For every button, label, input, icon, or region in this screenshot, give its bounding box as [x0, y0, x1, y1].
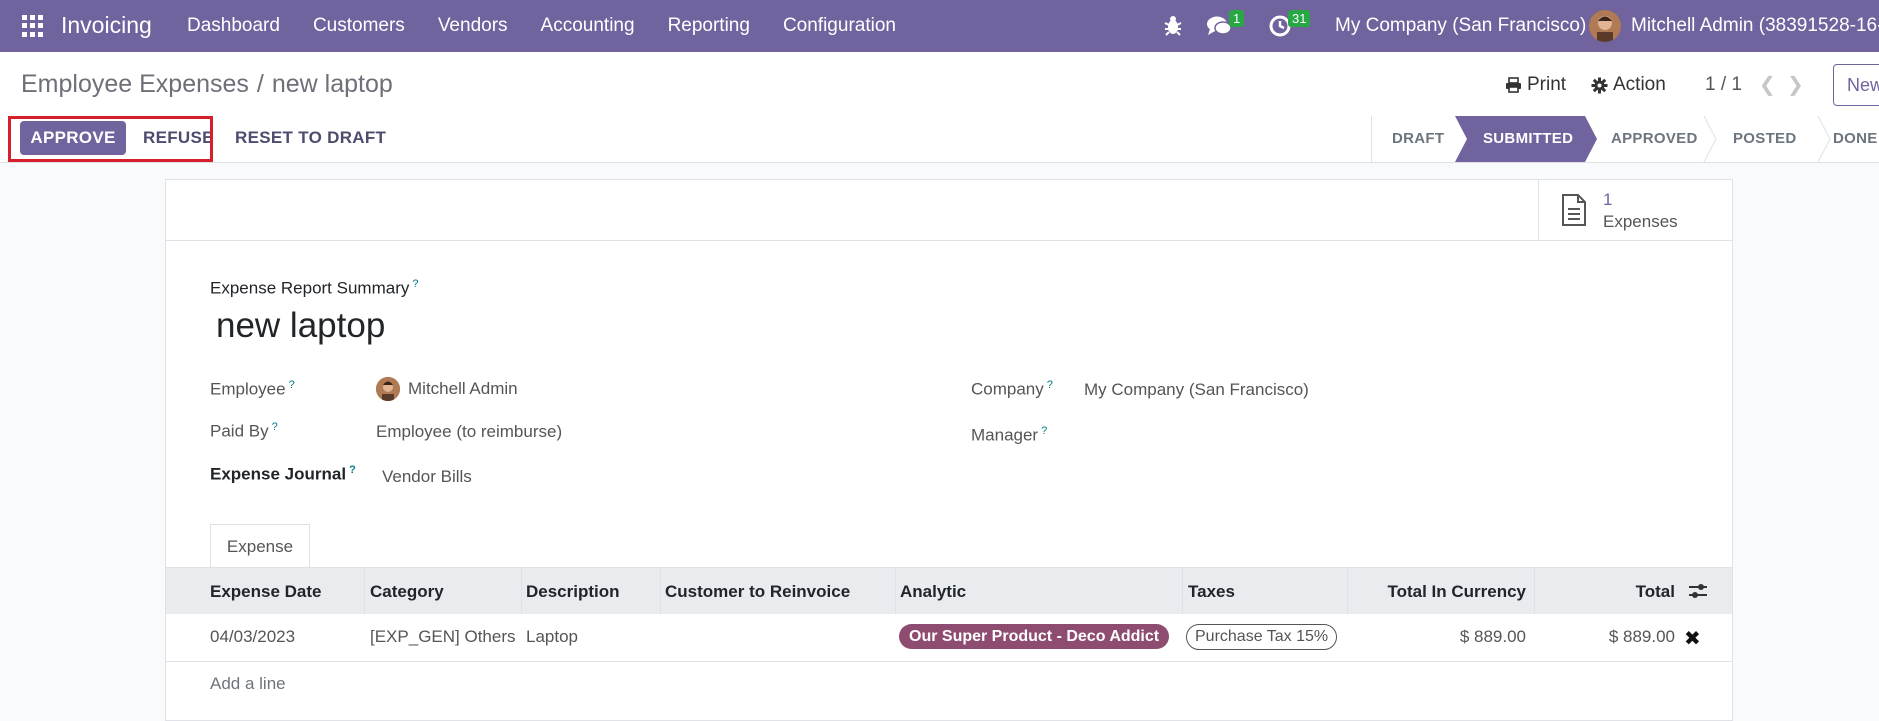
stage-done[interactable]: DONE [1833, 116, 1878, 162]
employee-field[interactable]: Mitchell Admin [408, 379, 518, 399]
stage-posted[interactable]: POSTED [1733, 116, 1796, 162]
cell-description[interactable]: Laptop [526, 627, 578, 647]
menu-item-accounting[interactable]: Accounting [541, 15, 635, 37]
cell-total[interactable]: $ 889.00 [1609, 627, 1675, 647]
employee-label: Employee? [210, 379, 295, 399]
debug-bug-icon[interactable] [1163, 13, 1183, 37]
apps-menu-icon[interactable] [22, 15, 44, 37]
menu-item-vendors[interactable]: Vendors [438, 15, 508, 37]
expense-journal-field[interactable]: Vendor Bills [382, 467, 472, 487]
document-icon [1562, 194, 1586, 226]
cell-expense-date[interactable]: 04/03/2023 [210, 627, 295, 647]
help-icon[interactable]: ? [1047, 379, 1053, 391]
expenses-count: 1 [1603, 190, 1613, 209]
company-label: Company? [971, 379, 1053, 399]
tab-expense[interactable]: Expense [210, 524, 310, 569]
paid-by-label: Paid By? [210, 421, 278, 441]
annotation-highlight-box [8, 116, 213, 162]
user-avatar[interactable] [1589, 10, 1621, 42]
breadcrumb-current: new laptop [271, 70, 393, 98]
expenses-label: Expenses [1603, 212, 1678, 231]
column-taxes[interactable]: Taxes [1188, 582, 1235, 602]
breadcrumb: Employee Expenses / new laptop [21, 70, 393, 99]
column-customer-to-reinvoice[interactable]: Customer to Reinvoice [665, 582, 850, 602]
help-icon[interactable]: ? [349, 464, 356, 476]
company-field[interactable]: My Company (San Francisco) [1084, 380, 1309, 400]
app-name[interactable]: Invoicing [61, 12, 152, 39]
expenses-smart-button[interactable]: 1 Expenses [1538, 180, 1733, 240]
expense-journal-label: Expense Journal? [210, 464, 356, 484]
report-title[interactable]: new laptop [216, 306, 385, 346]
analytic-tag[interactable]: Our Super Product - Deco Addict [899, 624, 1170, 649]
gear-icon [1591, 77, 1608, 93]
stage-approved[interactable]: APPROVED [1611, 116, 1698, 162]
tax-tag[interactable]: Purchase Tax 15% [1186, 624, 1338, 650]
main-menu: Dashboard Customers Vendors Accounting R… [187, 15, 929, 37]
stage-submitted[interactable]: SUBMITTED [1483, 116, 1573, 162]
column-expense-date[interactable]: Expense Date [210, 582, 322, 602]
menu-item-configuration[interactable]: Configuration [783, 15, 896, 37]
table-header: Expense Date Category Description Custom… [166, 567, 1732, 615]
table-row[interactable]: 04/03/2023 [EXP_GEN] Others Laptop Our S… [166, 614, 1732, 662]
menu-item-customers[interactable]: Customers [313, 15, 405, 37]
pager-value[interactable]: 1 / 1 [1705, 74, 1742, 96]
menu-item-dashboard[interactable]: Dashboard [187, 15, 280, 37]
employee-avatar [376, 377, 400, 401]
pager-next-icon[interactable]: ❯ [1787, 72, 1804, 97]
column-analytic[interactable]: Analytic [900, 582, 966, 602]
help-icon[interactable]: ? [272, 421, 278, 433]
company-switcher[interactable]: My Company (San Francisco) [1335, 15, 1586, 37]
messages-badge: 1 [1229, 10, 1245, 27]
column-total-in-currency[interactable]: Total In Currency [1387, 582, 1526, 602]
menu-item-reporting[interactable]: Reporting [668, 15, 750, 37]
button-box: 1 Expenses [166, 180, 1732, 241]
summary-label: Expense Report Summary? [210, 278, 419, 298]
activities-badge: 31 [1288, 10, 1311, 27]
print-button[interactable]: Print [1505, 74, 1566, 96]
help-icon[interactable]: ? [412, 278, 418, 290]
stage-draft[interactable]: DRAFT [1392, 116, 1444, 162]
action-button[interactable]: Action [1591, 74, 1666, 96]
column-total[interactable]: Total [1636, 582, 1675, 602]
control-panel: Employee Expenses / new laptop Print Actio… [0, 52, 1879, 117]
cell-category[interactable]: [EXP_GEN] Others [370, 627, 516, 647]
print-icon [1506, 77, 1521, 93]
user-menu[interactable]: Mitchell Admin (38391528-16-0 [1631, 15, 1879, 37]
print-label: Print [1527, 74, 1567, 95]
form-sheet: 1 Expenses Expense Report Summary? new l… [165, 179, 1733, 721]
breadcrumb-root-link[interactable]: Employee Expenses [21, 70, 249, 98]
top-navbar: Invoicing Dashboard Customers Vendors Ac… [0, 0, 1879, 52]
action-label: Action [1613, 74, 1666, 95]
help-icon[interactable]: ? [289, 379, 295, 391]
reset-to-draft-button[interactable]: RESET TO DRAFT [235, 128, 386, 148]
delete-row-icon[interactable]: ✖ [1684, 626, 1701, 651]
paid-by-field[interactable]: Employee (to reimburse) [376, 422, 562, 442]
new-button[interactable]: New [1833, 64, 1879, 106]
column-description[interactable]: Description [526, 582, 620, 602]
manager-label: Manager? [971, 425, 1048, 445]
breadcrumb-separator: / [256, 70, 264, 98]
optional-columns-icon[interactable] [1688, 583, 1708, 599]
cell-total-in-currency[interactable]: $ 889.00 [1460, 627, 1526, 647]
help-icon[interactable]: ? [1041, 425, 1047, 437]
pager-previous-icon[interactable]: ❮ [1759, 72, 1776, 97]
column-category[interactable]: Category [370, 582, 444, 602]
add-line-link[interactable]: Add a line [210, 674, 286, 694]
